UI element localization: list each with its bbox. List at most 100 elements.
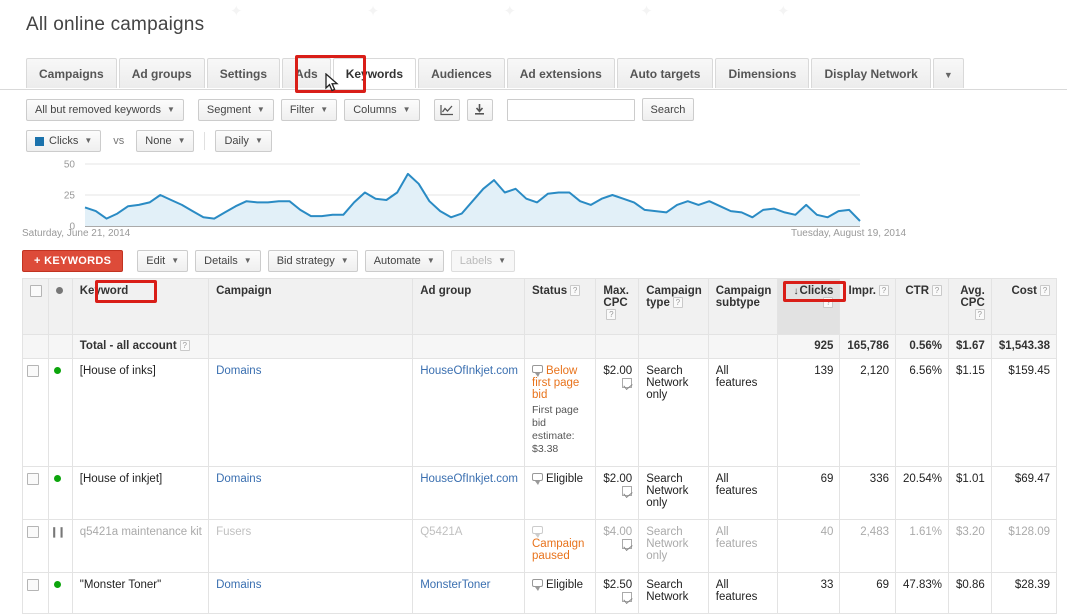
filter-dropdown[interactable]: Filter ▼ xyxy=(280,98,338,121)
campaign-link[interactable]: Domains xyxy=(216,365,261,377)
cell-adgroup[interactable]: HouseOfInkjet.com xyxy=(412,466,525,520)
campaign-link[interactable]: Domains xyxy=(216,579,261,591)
column-header-impr[interactable]: Impr.? xyxy=(839,278,896,335)
row-checkbox[interactable] xyxy=(26,579,39,591)
automate-dropdown[interactable]: Automate ▼ xyxy=(364,250,444,272)
cell-campaign-type: Search Network only xyxy=(638,466,709,520)
help-icon[interactable]: ? xyxy=(1040,285,1050,297)
enabled-status-icon xyxy=(53,581,61,588)
row-status-icon-cell[interactable] xyxy=(48,358,73,467)
column-header-state[interactable]: Status? xyxy=(523,278,597,335)
row-checkbox[interactable] xyxy=(26,526,39,538)
adgroup-link[interactable]: MonsterToner xyxy=(420,579,490,591)
help-icon[interactable]: ? xyxy=(179,340,190,352)
row-checkbox-cell[interactable] xyxy=(22,358,49,467)
tab-audiences[interactable]: Audiences xyxy=(418,58,505,88)
metric-label: Clicks xyxy=(49,135,79,147)
line-chart-icon-button[interactable] xyxy=(433,98,460,121)
help-icon[interactable]: ? xyxy=(974,309,985,321)
adgroup-link[interactable]: Q5421A xyxy=(420,526,462,538)
row-checkbox[interactable] xyxy=(26,473,39,485)
labels-dropdown[interactable]: Labels ▼ xyxy=(450,250,516,272)
segment-dropdown[interactable]: Segment ▼ xyxy=(197,98,274,121)
column-header-subtype[interactable]: Campaign subtype xyxy=(707,278,779,335)
help-icon[interactable]: ? xyxy=(823,297,834,309)
cell-adgroup[interactable]: Q5421A xyxy=(412,519,525,573)
tab-ads[interactable]: Ads xyxy=(282,58,331,88)
help-icon[interactable]: ? xyxy=(878,285,889,297)
tab-settings[interactable]: Settings xyxy=(206,58,281,88)
column-header-maxcpc[interactable]: Max. CPC? xyxy=(595,278,640,335)
column-header-avgcpc[interactable]: Avg. CPC? xyxy=(948,278,992,335)
cell-campaign[interactable]: Domains xyxy=(208,466,414,520)
column-header-keyword[interactable]: Keyword xyxy=(71,278,210,335)
keyword-filter-dropdown[interactable]: All but removed keywords ▼ xyxy=(26,98,184,121)
cell-adgroup[interactable]: HouseOfInkjet.com xyxy=(412,358,525,467)
add-keywords-button[interactable]: + KEYWORDS xyxy=(22,250,124,272)
download-icon-button[interactable] xyxy=(466,98,493,121)
row-status-icon-cell[interactable] xyxy=(48,466,73,520)
row-status-icon-cell[interactable] xyxy=(48,572,73,614)
column-header-label: Max. CPC xyxy=(603,285,629,309)
search-input[interactable] xyxy=(506,98,635,121)
search-button[interactable]: Search xyxy=(641,98,695,121)
metric-dropdown[interactable]: Clicks ▼ xyxy=(26,130,102,152)
row-checkbox[interactable] xyxy=(26,365,39,377)
select-all-checkbox[interactable] xyxy=(30,285,42,297)
row-checkbox-cell[interactable] xyxy=(22,572,49,614)
cell-campaign[interactable]: Fusers xyxy=(208,519,414,573)
edit-dropdown[interactable]: Edit ▼ xyxy=(137,250,189,272)
columns-dropdown[interactable]: Columns ▼ xyxy=(344,98,420,121)
tab-campaigns[interactable]: Campaigns xyxy=(26,58,117,88)
bid-edit-icon[interactable] xyxy=(622,591,633,602)
filter-toolbar: All but removed keywords ▼ Segment ▼ Fil… xyxy=(26,98,695,121)
column-header-campaign[interactable]: Campaign xyxy=(208,278,414,335)
table-row: ❙❙ q5421a maintenance kit Fusers Q5421A Camp… xyxy=(22,519,1058,573)
tab-ad-groups[interactable]: Ad groups xyxy=(118,58,205,88)
chevron-down-icon: ▼ xyxy=(84,136,93,145)
column-header-adgroup[interactable]: Ad group xyxy=(412,278,525,335)
adgroup-link[interactable]: HouseOfInkjet.com xyxy=(420,473,518,485)
help-icon[interactable]: ? xyxy=(570,285,581,297)
tab-display-network[interactable]: Display Network xyxy=(811,58,931,88)
total-subtype-cell xyxy=(707,334,779,359)
cell-campaign[interactable]: Domains xyxy=(208,358,414,467)
row-checkbox-cell[interactable] xyxy=(22,519,49,573)
row-status-icon-cell[interactable]: ❙❙ xyxy=(48,519,73,573)
cell-campaign[interactable]: Domains xyxy=(208,572,414,614)
tab-auto-targets[interactable]: Auto targets xyxy=(616,58,714,88)
tabs-overflow-chevron-down-icon[interactable]: ▼ xyxy=(932,58,964,88)
granularity-label: Daily xyxy=(224,135,249,147)
compare-dropdown[interactable]: None ▼ xyxy=(136,130,195,152)
campaign-link[interactable]: Domains xyxy=(216,473,261,485)
bid-edit-icon[interactable] xyxy=(622,377,633,388)
tab-dimensions[interactable]: Dimensions xyxy=(715,58,810,88)
details-dropdown[interactable]: Details ▼ xyxy=(195,250,261,272)
campaign-link[interactable]: Fusers xyxy=(216,526,251,538)
bid-edit-icon[interactable] xyxy=(622,538,633,549)
adgroup-link[interactable]: HouseOfInkjet.com xyxy=(420,365,518,377)
help-icon[interactable]: ? xyxy=(606,309,617,321)
help-icon[interactable]: ? xyxy=(932,285,942,297)
column-header-cost[interactable]: Cost? xyxy=(990,278,1058,335)
column-header-ctr[interactable]: CTR? xyxy=(894,278,950,335)
tab-keywords[interactable]: Keywords xyxy=(332,58,417,88)
granularity-dropdown[interactable]: Daily ▼ xyxy=(215,130,272,152)
total-impr-cell: 165,786 xyxy=(839,334,896,359)
table-row: "Monster Toner" Domains MonsterToner Eligib… xyxy=(22,572,1058,614)
tab-ad-extensions[interactable]: Ad extensions xyxy=(506,58,615,88)
cell-adgroup[interactable]: MonsterToner xyxy=(412,572,525,614)
cell-maxcpc[interactable]: $2.50 xyxy=(595,572,640,614)
bid-strategy-dropdown[interactable]: Bid strategy ▼ xyxy=(267,250,358,272)
chevron-down-icon: ▼ xyxy=(402,104,411,114)
segment-label: Segment xyxy=(206,103,251,116)
column-header-camptype[interactable]: Campaign type? xyxy=(638,278,709,335)
row-checkbox-cell[interactable] xyxy=(22,466,49,520)
cell-maxcpc[interactable]: $2.00 xyxy=(595,358,640,467)
help-icon[interactable]: ? xyxy=(672,297,683,309)
column-header-clicks[interactable]: ↓Clicks? xyxy=(777,278,841,335)
svg-text:25: 25 xyxy=(64,191,76,202)
cell-maxcpc[interactable]: $2.00 xyxy=(595,466,640,520)
bid-edit-icon[interactable] xyxy=(622,485,633,496)
cell-maxcpc[interactable]: $4.00 xyxy=(595,519,640,573)
